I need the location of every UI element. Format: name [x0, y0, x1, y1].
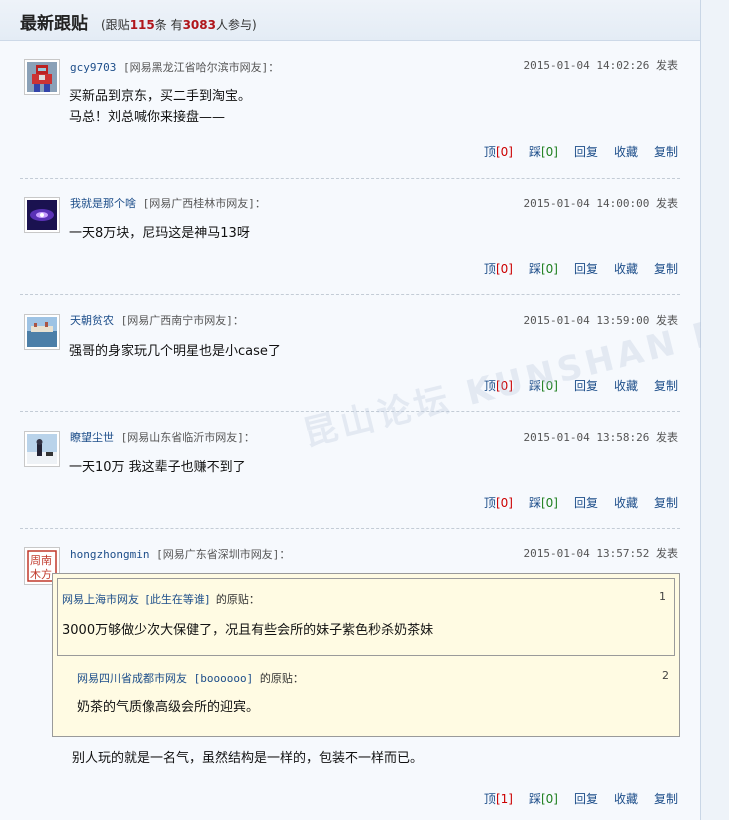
- quote-location-link[interactable]: 网易四川省成都市网友: [77, 672, 187, 685]
- copy-button[interactable]: 复制: [654, 379, 678, 393]
- post-time: 2015-01-04 13:57:52 发表: [523, 547, 678, 560]
- quote-floor-number: 2: [662, 669, 669, 682]
- quote-floor-number: 1: [659, 590, 666, 603]
- comment-meta: hongzhongmin [网易广东省深圳市网友]：: [70, 548, 291, 561]
- quoted-post: 网易上海市网友 [此生在等谁] 的原贴： 1 3000万够做少次大保健了，况且有…: [52, 573, 680, 737]
- copy-button[interactable]: 复制: [654, 496, 678, 510]
- post-count: 115: [129, 18, 155, 32]
- snow-avatar[interactable]: [24, 431, 60, 467]
- participant-count: 3083: [182, 18, 216, 32]
- copy-button[interactable]: 复制: [654, 145, 678, 159]
- reply-button[interactable]: 回复: [574, 379, 598, 393]
- robot-avatar[interactable]: [24, 59, 60, 95]
- post-time: 2015-01-04 13:59:00 发表: [523, 314, 678, 327]
- svg-text:木方: 木方: [30, 567, 52, 581]
- post-time: 2015-01-04 14:02:26 发表: [523, 59, 678, 72]
- divider: [20, 528, 680, 529]
- username-link[interactable]: 我就是那个啥: [70, 197, 136, 210]
- comment-text: 一天10万 我这辈子也赚不到了: [69, 460, 246, 475]
- down-vote-button[interactable]: 踩[0]: [529, 145, 558, 159]
- username-link[interactable]: gcy9703: [70, 61, 116, 74]
- username-link[interactable]: 瞭望尘世: [70, 431, 114, 444]
- quote-text: 奶茶的气质像高级会所的迎宾。: [77, 700, 260, 715]
- comment-actions: 顶[1] 踩[0] 回复 收藏 复制: [468, 790, 678, 807]
- favorite-button[interactable]: 收藏: [614, 496, 638, 510]
- comment-actions: 顶[0] 踩[0] 回复 收藏 复制: [468, 377, 678, 394]
- reply-button[interactable]: 回复: [574, 496, 598, 510]
- comment-actions: 顶[0] 踩[0] 回复 收藏 复制: [468, 494, 678, 511]
- favorite-button[interactable]: 收藏: [614, 262, 638, 276]
- down-vote-button[interactable]: 踩[0]: [529, 792, 558, 806]
- comment-actions: 顶[0] 踩[0] 回复 收藏 复制: [468, 143, 678, 160]
- divider: [20, 178, 680, 179]
- reply-button[interactable]: 回复: [574, 262, 598, 276]
- robot-avatar-icon: [27, 62, 57, 92]
- favorite-button[interactable]: 收藏: [614, 145, 638, 159]
- quote-header: 网易四川省成都市网友 [boooooo] 的原贴：: [77, 672, 304, 685]
- section-title: 最新跟贴: [20, 14, 88, 34]
- comment-meta: 我就是那个啥 [网易广西桂林市网友]：: [70, 197, 266, 210]
- up-vote-button[interactable]: 顶[0]: [484, 379, 513, 393]
- divider: [20, 411, 680, 412]
- post-time: 2015-01-04 14:00:00 发表: [523, 197, 678, 210]
- down-vote-button[interactable]: 踩[0]: [529, 379, 558, 393]
- harbor-avatar[interactable]: [24, 314, 60, 350]
- comment-actions: 顶[0] 踩[0] 回复 收藏 复制: [468, 260, 678, 277]
- comments-header: 最新跟贴 (跟贴115条 有3083人参与): [0, 0, 700, 41]
- quote-user-link[interactable]: [boooooo]: [194, 672, 254, 685]
- divider: [20, 294, 680, 295]
- comment-text: 买新品到京东，买二手到淘宝。 马总！刘总喊你来接盘——: [69, 89, 252, 125]
- copy-button[interactable]: 复制: [654, 792, 678, 806]
- quote-text: 3000万够做少次大保健了，况且有些会所的妹子紫色秒杀奶茶妹: [62, 623, 434, 638]
- up-vote-button[interactable]: 顶[0]: [484, 262, 513, 276]
- comment-meta: gcy9703 [网易黑龙江省哈尔滨市网友]：: [70, 61, 280, 74]
- comment-meta: 天朝贫农 [网易广西南宁市网友]：: [70, 314, 244, 327]
- down-vote-button[interactable]: 踩[0]: [529, 262, 558, 276]
- quote-user-link[interactable]: [此生在等谁]: [146, 593, 210, 606]
- up-vote-button[interactable]: 顶[0]: [484, 145, 513, 159]
- username-link[interactable]: hongzhongmin: [70, 548, 149, 561]
- up-vote-button[interactable]: 顶[1]: [484, 792, 513, 806]
- post-time: 2015-01-04 13:58:26 发表: [523, 431, 678, 444]
- galaxy-avatar-icon: [27, 200, 57, 230]
- comment-text: 一天8万块，尼玛这是神马13呀: [69, 226, 250, 241]
- copy-button[interactable]: 复制: [654, 262, 678, 276]
- comments-panel: 最新跟贴 (跟贴115条 有3083人参与) gcy9703 [网易黑龙江省哈尔…: [0, 0, 729, 820]
- quote-header: 网易上海市网友 [此生在等谁] 的原贴：: [62, 593, 260, 606]
- quoted-post-nested: 网易上海市网友 [此生在等谁] 的原贴： 1 3000万够做少次大保健了，况且有…: [57, 578, 675, 656]
- favorite-button[interactable]: 收藏: [614, 792, 638, 806]
- comment-text: 别人玩的就是一名气，虽然结构是一样的，包装不一样而已。: [72, 751, 424, 766]
- up-vote-button[interactable]: 顶[0]: [484, 496, 513, 510]
- snow-avatar-icon: [27, 434, 57, 464]
- favorite-button[interactable]: 收藏: [614, 379, 638, 393]
- down-vote-button[interactable]: 踩[0]: [529, 496, 558, 510]
- page-gutter: [701, 0, 729, 820]
- galaxy-avatar[interactable]: [24, 197, 60, 233]
- username-link[interactable]: 天朝贫农: [70, 314, 114, 327]
- quote-location-link[interactable]: 网易上海市网友: [62, 593, 139, 606]
- comment-stats: (跟贴115条 有3083人参与): [101, 18, 257, 32]
- comment-text: 强哥的身家玩几个明星也是小case了: [69, 344, 281, 359]
- reply-button[interactable]: 回复: [574, 145, 598, 159]
- svg-text:周南: 周南: [30, 554, 52, 567]
- reply-button[interactable]: 回复: [574, 792, 598, 806]
- harbor-avatar-icon: [27, 317, 57, 347]
- comment-meta: 瞭望尘世 [网易山东省临沂市网友]：: [70, 431, 255, 444]
